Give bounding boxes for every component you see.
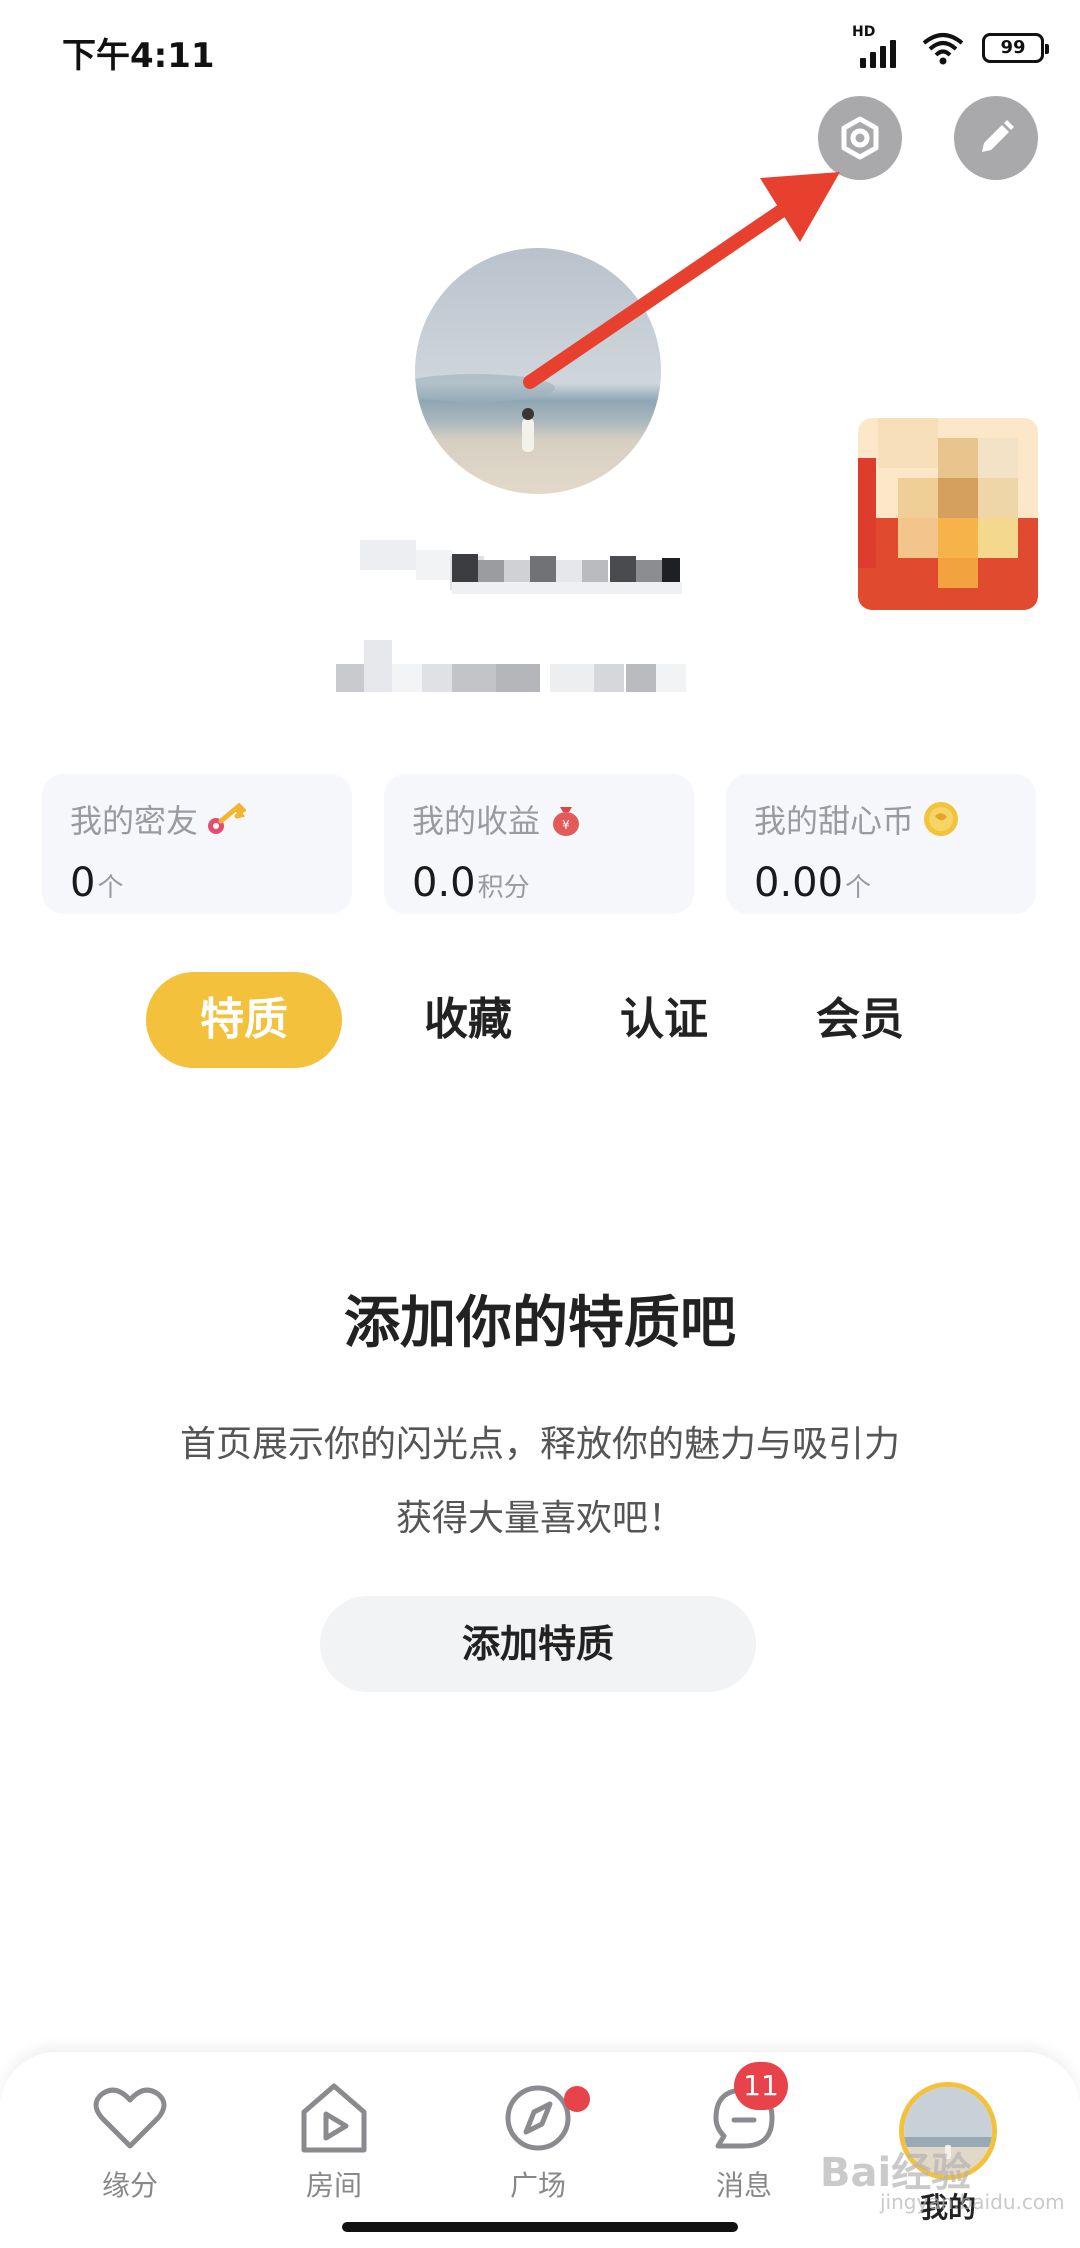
stat-card-coins[interactable]: 我的甜心币 0.00个 xyxy=(726,774,1036,914)
stat-unit: 个 xyxy=(97,873,124,903)
nav-item-plaza[interactable]: 广场 xyxy=(458,2082,618,2204)
settings-button[interactable] xyxy=(818,96,902,180)
nav-item-messages[interactable]: 11 消息 xyxy=(664,2062,824,2204)
stat-unit: 个 xyxy=(845,873,872,903)
signal-icon: HD xyxy=(852,24,904,68)
nav-item-fate[interactable]: 缘分 xyxy=(50,2082,210,2204)
nav-label: 消息 xyxy=(715,2169,772,2202)
home-indicator[interactable] xyxy=(342,2222,738,2232)
profile-tabs: 特质 收藏 认证 会员 xyxy=(146,972,930,1068)
coin-icon xyxy=(924,802,959,836)
notification-dot xyxy=(564,2086,590,2112)
stat-value: 0 xyxy=(70,860,96,906)
status-time: 下午4:11 xyxy=(62,36,215,76)
pixelated-username xyxy=(360,530,720,610)
profile-avatar[interactable] xyxy=(415,248,661,494)
heart-icon xyxy=(93,2087,167,2149)
stat-title: 我的收益 xyxy=(412,802,541,840)
pencil-icon xyxy=(982,120,1014,152)
tab-traits[interactable]: 特质 xyxy=(146,972,342,1068)
stat-card-friends[interactable]: 我的密友 0个 xyxy=(42,774,352,914)
wifi-icon xyxy=(922,33,964,65)
nav-item-room[interactable]: 房间 xyxy=(254,2082,414,2204)
empty-state-line-1: 首页展示你的闪光点，释放你的魅力与吸引力 xyxy=(179,1424,900,1465)
stat-title: 我的甜心币 xyxy=(754,802,915,840)
add-trait-button[interactable]: 添加特质 xyxy=(320,1596,756,1692)
stat-value: 0.0 xyxy=(412,860,476,906)
empty-state-line-2: 获得大量喜欢吧！ xyxy=(395,1498,684,1539)
battery-icon: 99 xyxy=(982,33,1049,63)
empty-state-title: 添加你的特质吧 xyxy=(344,1291,736,1356)
tab-verification[interactable]: 认证 xyxy=(594,972,734,1068)
nav-label: 广场 xyxy=(509,2169,566,2202)
stat-value: 0.00 xyxy=(754,860,844,906)
pixelated-floating-sticker[interactable] xyxy=(858,418,1038,610)
nav-label: 缘分 xyxy=(101,2169,158,2202)
money-bag-icon: ¥ xyxy=(553,807,580,836)
edit-profile-button[interactable] xyxy=(954,96,1038,180)
stat-unit: 积分 xyxy=(477,873,530,903)
stat-title: 我的密友 xyxy=(70,802,199,840)
pixelated-user-id xyxy=(336,640,736,700)
empty-state-description: 首页展示你的闪光点，释放你的魅力与吸引力 获得大量喜欢吧！ xyxy=(0,1408,1080,1556)
watermark-url: jingyan.baidu.com xyxy=(880,2190,1065,2214)
key-icon xyxy=(208,802,247,834)
tab-membership[interactable]: 会员 xyxy=(790,972,930,1068)
tab-favorites[interactable]: 收藏 xyxy=(398,972,538,1068)
svg-text:¥: ¥ xyxy=(562,818,570,832)
nav-label: 房间 xyxy=(305,2169,362,2202)
status-icons: HD 99 xyxy=(852,24,1049,70)
stat-card-earnings[interactable]: 我的收益 ¥ 0.0积分 xyxy=(384,774,694,914)
gear-hex-icon xyxy=(841,116,879,160)
room-play-icon xyxy=(301,2083,367,2153)
unread-badge: 11 xyxy=(734,2062,788,2110)
